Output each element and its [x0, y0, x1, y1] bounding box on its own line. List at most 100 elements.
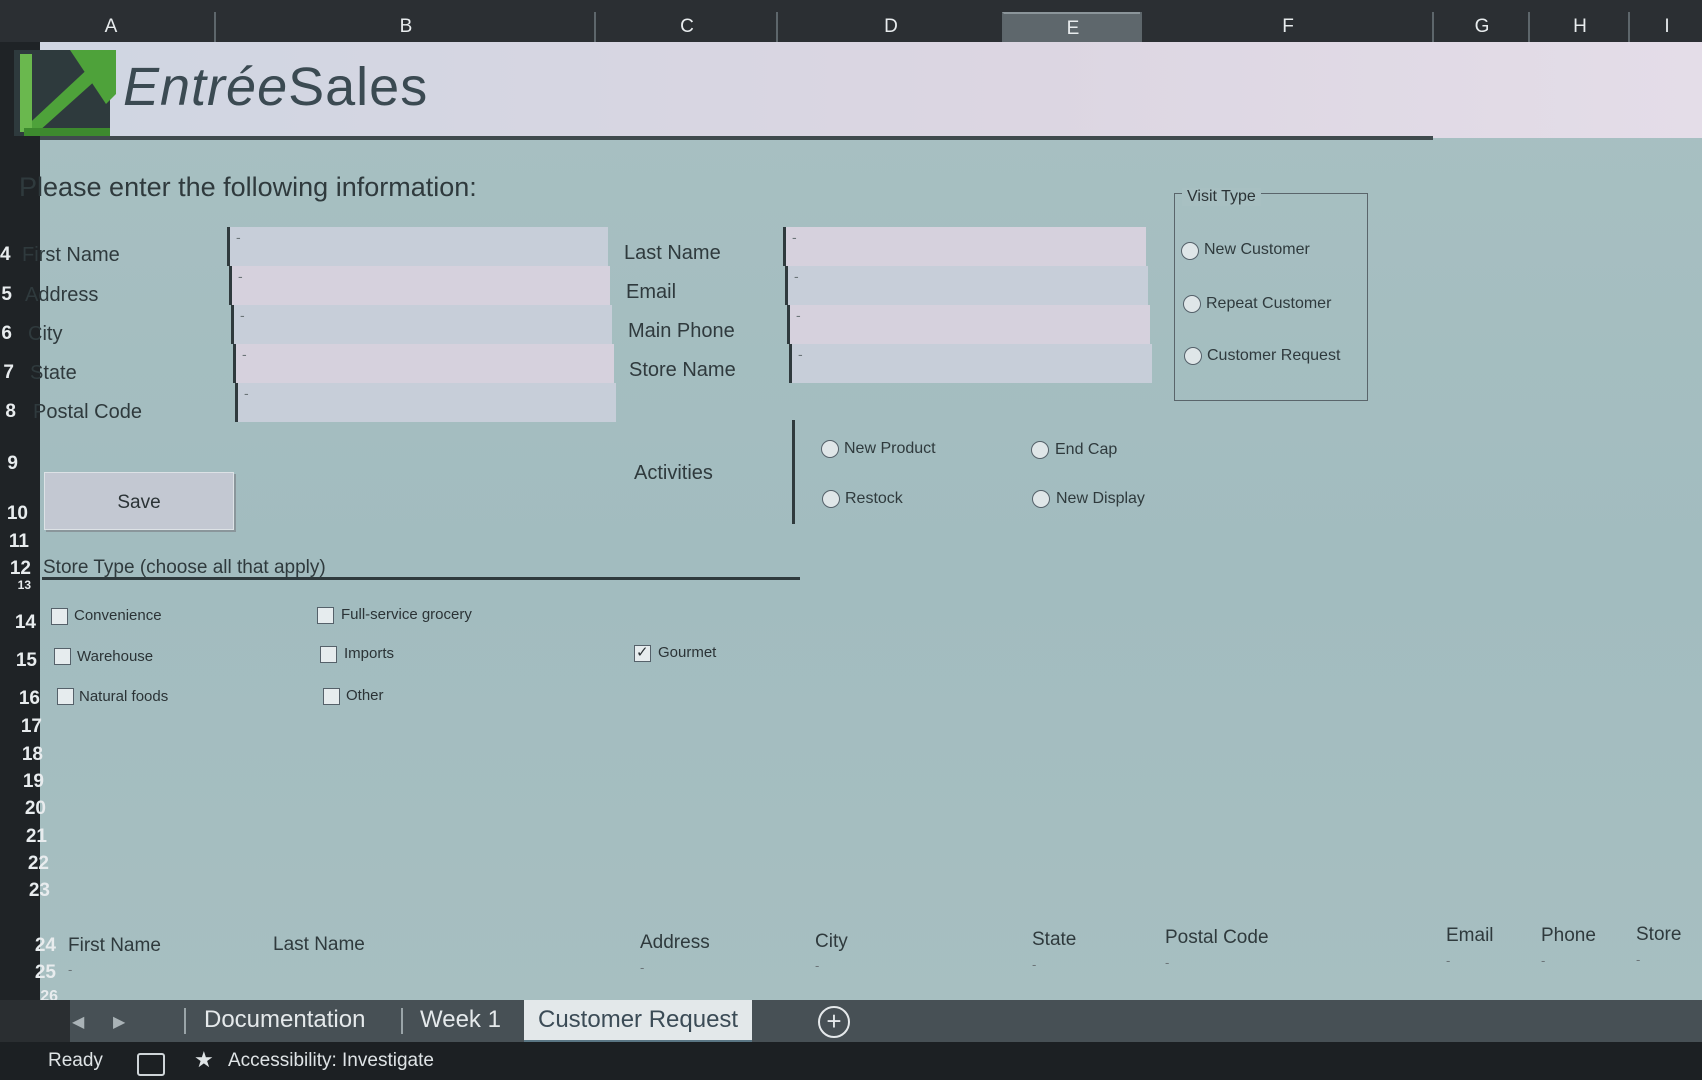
row-header-5[interactable]: 5: [0, 284, 12, 306]
table-header-city[interactable]: City: [815, 931, 848, 953]
row-header-13[interactable]: 13: [0, 578, 31, 592]
row-header-16[interactable]: 16: [0, 688, 40, 710]
table-cell-state[interactable]: -: [1032, 957, 1036, 972]
state-field[interactable]: -: [233, 344, 614, 383]
column-header-a[interactable]: A: [8, 12, 214, 42]
row-header-7[interactable]: 7: [0, 362, 14, 384]
gourmet-checkbox[interactable]: [634, 643, 651, 662]
email-field[interactable]: -: [785, 266, 1148, 305]
accessibility-icon[interactable]: ★: [194, 1047, 214, 1073]
restock-label[interactable]: Restock: [845, 490, 903, 508]
status-ready: Ready: [48, 1050, 103, 1071]
main-phone-field[interactable]: -: [787, 305, 1150, 344]
store-name-field[interactable]: -: [789, 344, 1152, 383]
column-header-g[interactable]: G: [1432, 12, 1530, 42]
table-cell-postal-code[interactable]: -: [1165, 955, 1169, 970]
table-cell-city[interactable]: -: [815, 958, 819, 973]
row-header-10[interactable]: 10: [0, 503, 28, 525]
new-product-label[interactable]: New Product: [844, 440, 936, 458]
row-header-15[interactable]: 15: [0, 650, 37, 672]
row-header-25[interactable]: 25: [0, 962, 56, 984]
new-customer-label[interactable]: New Customer: [1204, 241, 1310, 259]
accessibility-status[interactable]: Accessibility: Investigate: [228, 1050, 434, 1072]
city-field[interactable]: -: [231, 305, 612, 344]
row-header-4[interactable]: 4: [0, 244, 11, 266]
customer-request-radio[interactable]: [1184, 347, 1202, 365]
table-header-phone[interactable]: Phone: [1541, 925, 1596, 947]
tab-customer-request[interactable]: Customer Request: [524, 1000, 753, 1043]
row-header-20[interactable]: 20: [0, 798, 46, 820]
restock-radio[interactable]: [822, 490, 840, 508]
address-field[interactable]: -: [229, 266, 610, 305]
full-service-grocery-checkbox[interactable]: [317, 607, 334, 624]
row-header-22[interactable]: 22: [0, 853, 49, 875]
row-header-9[interactable]: 9: [0, 453, 18, 475]
row-header-18[interactable]: 18: [0, 744, 43, 766]
table-cell-store[interactable]: -: [1636, 952, 1640, 967]
table-header-last-name[interactable]: Last Name: [273, 934, 365, 956]
add-sheet-icon[interactable]: +: [818, 1006, 850, 1038]
city-label: City: [28, 323, 63, 345]
end-cap-radio[interactable]: [1031, 441, 1049, 459]
column-header-h[interactable]: H: [1528, 12, 1630, 42]
column-header-d[interactable]: D: [776, 12, 1004, 42]
warehouse-checkbox[interactable]: [54, 648, 71, 665]
tab-week-1[interactable]: Week 1: [414, 1000, 507, 1040]
row-header-8[interactable]: 8: [0, 401, 16, 423]
gourmet-label[interactable]: Gourmet: [658, 644, 716, 661]
table-cell-first-name[interactable]: -: [68, 962, 72, 977]
natural-foods-label[interactable]: Natural foods: [79, 688, 168, 705]
warehouse-label[interactable]: Warehouse: [77, 648, 153, 665]
scroll-tabs-right-icon[interactable]: ▶: [113, 1012, 125, 1032]
table-header-store[interactable]: Store: [1636, 924, 1681, 946]
new-display-radio[interactable]: [1032, 490, 1050, 508]
row-header-21[interactable]: 21: [0, 826, 47, 848]
scroll-tabs-left-icon[interactable]: ◀: [72, 1012, 84, 1032]
full-service-grocery-label[interactable]: Full-service grocery: [341, 606, 472, 623]
row-header-14[interactable]: 14: [0, 612, 36, 634]
column-header-b[interactable]: B: [214, 12, 596, 42]
natural-foods-checkbox[interactable]: [57, 688, 74, 705]
column-header-i[interactable]: I: [1628, 12, 1702, 42]
new-product-radio[interactable]: [821, 440, 839, 458]
table-cell-email[interactable]: -: [1446, 953, 1450, 968]
table-cell-phone[interactable]: -: [1541, 953, 1545, 968]
customer-request-label[interactable]: Customer Request: [1207, 347, 1340, 365]
postal-code-field[interactable]: -: [235, 383, 616, 422]
new-display-label[interactable]: New Display: [1056, 490, 1145, 508]
brand-name: EntréeSales: [123, 56, 428, 118]
column-header-e[interactable]: E: [1002, 12, 1142, 44]
new-customer-radio[interactable]: [1181, 242, 1199, 260]
repeat-customer-radio[interactable]: [1183, 295, 1201, 313]
convenience-label[interactable]: Convenience: [74, 607, 162, 624]
table-header-email[interactable]: Email: [1446, 925, 1494, 947]
other-label[interactable]: Other: [346, 687, 384, 704]
tab-documentation[interactable]: Documentation: [198, 1000, 371, 1040]
table-header-first-name[interactable]: First Name: [68, 935, 161, 957]
last-name-label: Last Name: [624, 242, 721, 264]
imports-label[interactable]: Imports: [344, 645, 394, 662]
save-button[interactable]: Save: [44, 472, 234, 530]
row-header-11[interactable]: 11: [0, 531, 29, 553]
macro-recording-icon[interactable]: [137, 1053, 165, 1076]
imports-checkbox[interactable]: [320, 646, 337, 663]
row-header-12[interactable]: 12: [0, 558, 31, 580]
first-name-field[interactable]: -: [227, 227, 608, 266]
table-header-state[interactable]: State: [1032, 929, 1076, 951]
row-header-19[interactable]: 19: [0, 771, 44, 793]
other-checkbox[interactable]: [323, 688, 340, 705]
row-header-6[interactable]: 6: [0, 323, 12, 345]
repeat-customer-label[interactable]: Repeat Customer: [1206, 295, 1331, 313]
brand-name-part1: Entrée: [123, 57, 289, 117]
row-header-23[interactable]: 23: [0, 880, 50, 902]
column-header-f[interactable]: F: [1140, 12, 1434, 42]
table-header-address[interactable]: Address: [640, 932, 710, 954]
row-header-24[interactable]: 24: [0, 935, 56, 957]
column-header-c[interactable]: C: [594, 12, 778, 42]
row-header-17[interactable]: 17: [0, 716, 42, 738]
table-cell-address[interactable]: -: [640, 960, 644, 975]
table-header-postal-code[interactable]: Postal Code: [1165, 927, 1269, 949]
end-cap-label[interactable]: End Cap: [1055, 441, 1117, 459]
convenience-checkbox[interactable]: [51, 608, 68, 625]
last-name-field[interactable]: -: [783, 227, 1146, 266]
